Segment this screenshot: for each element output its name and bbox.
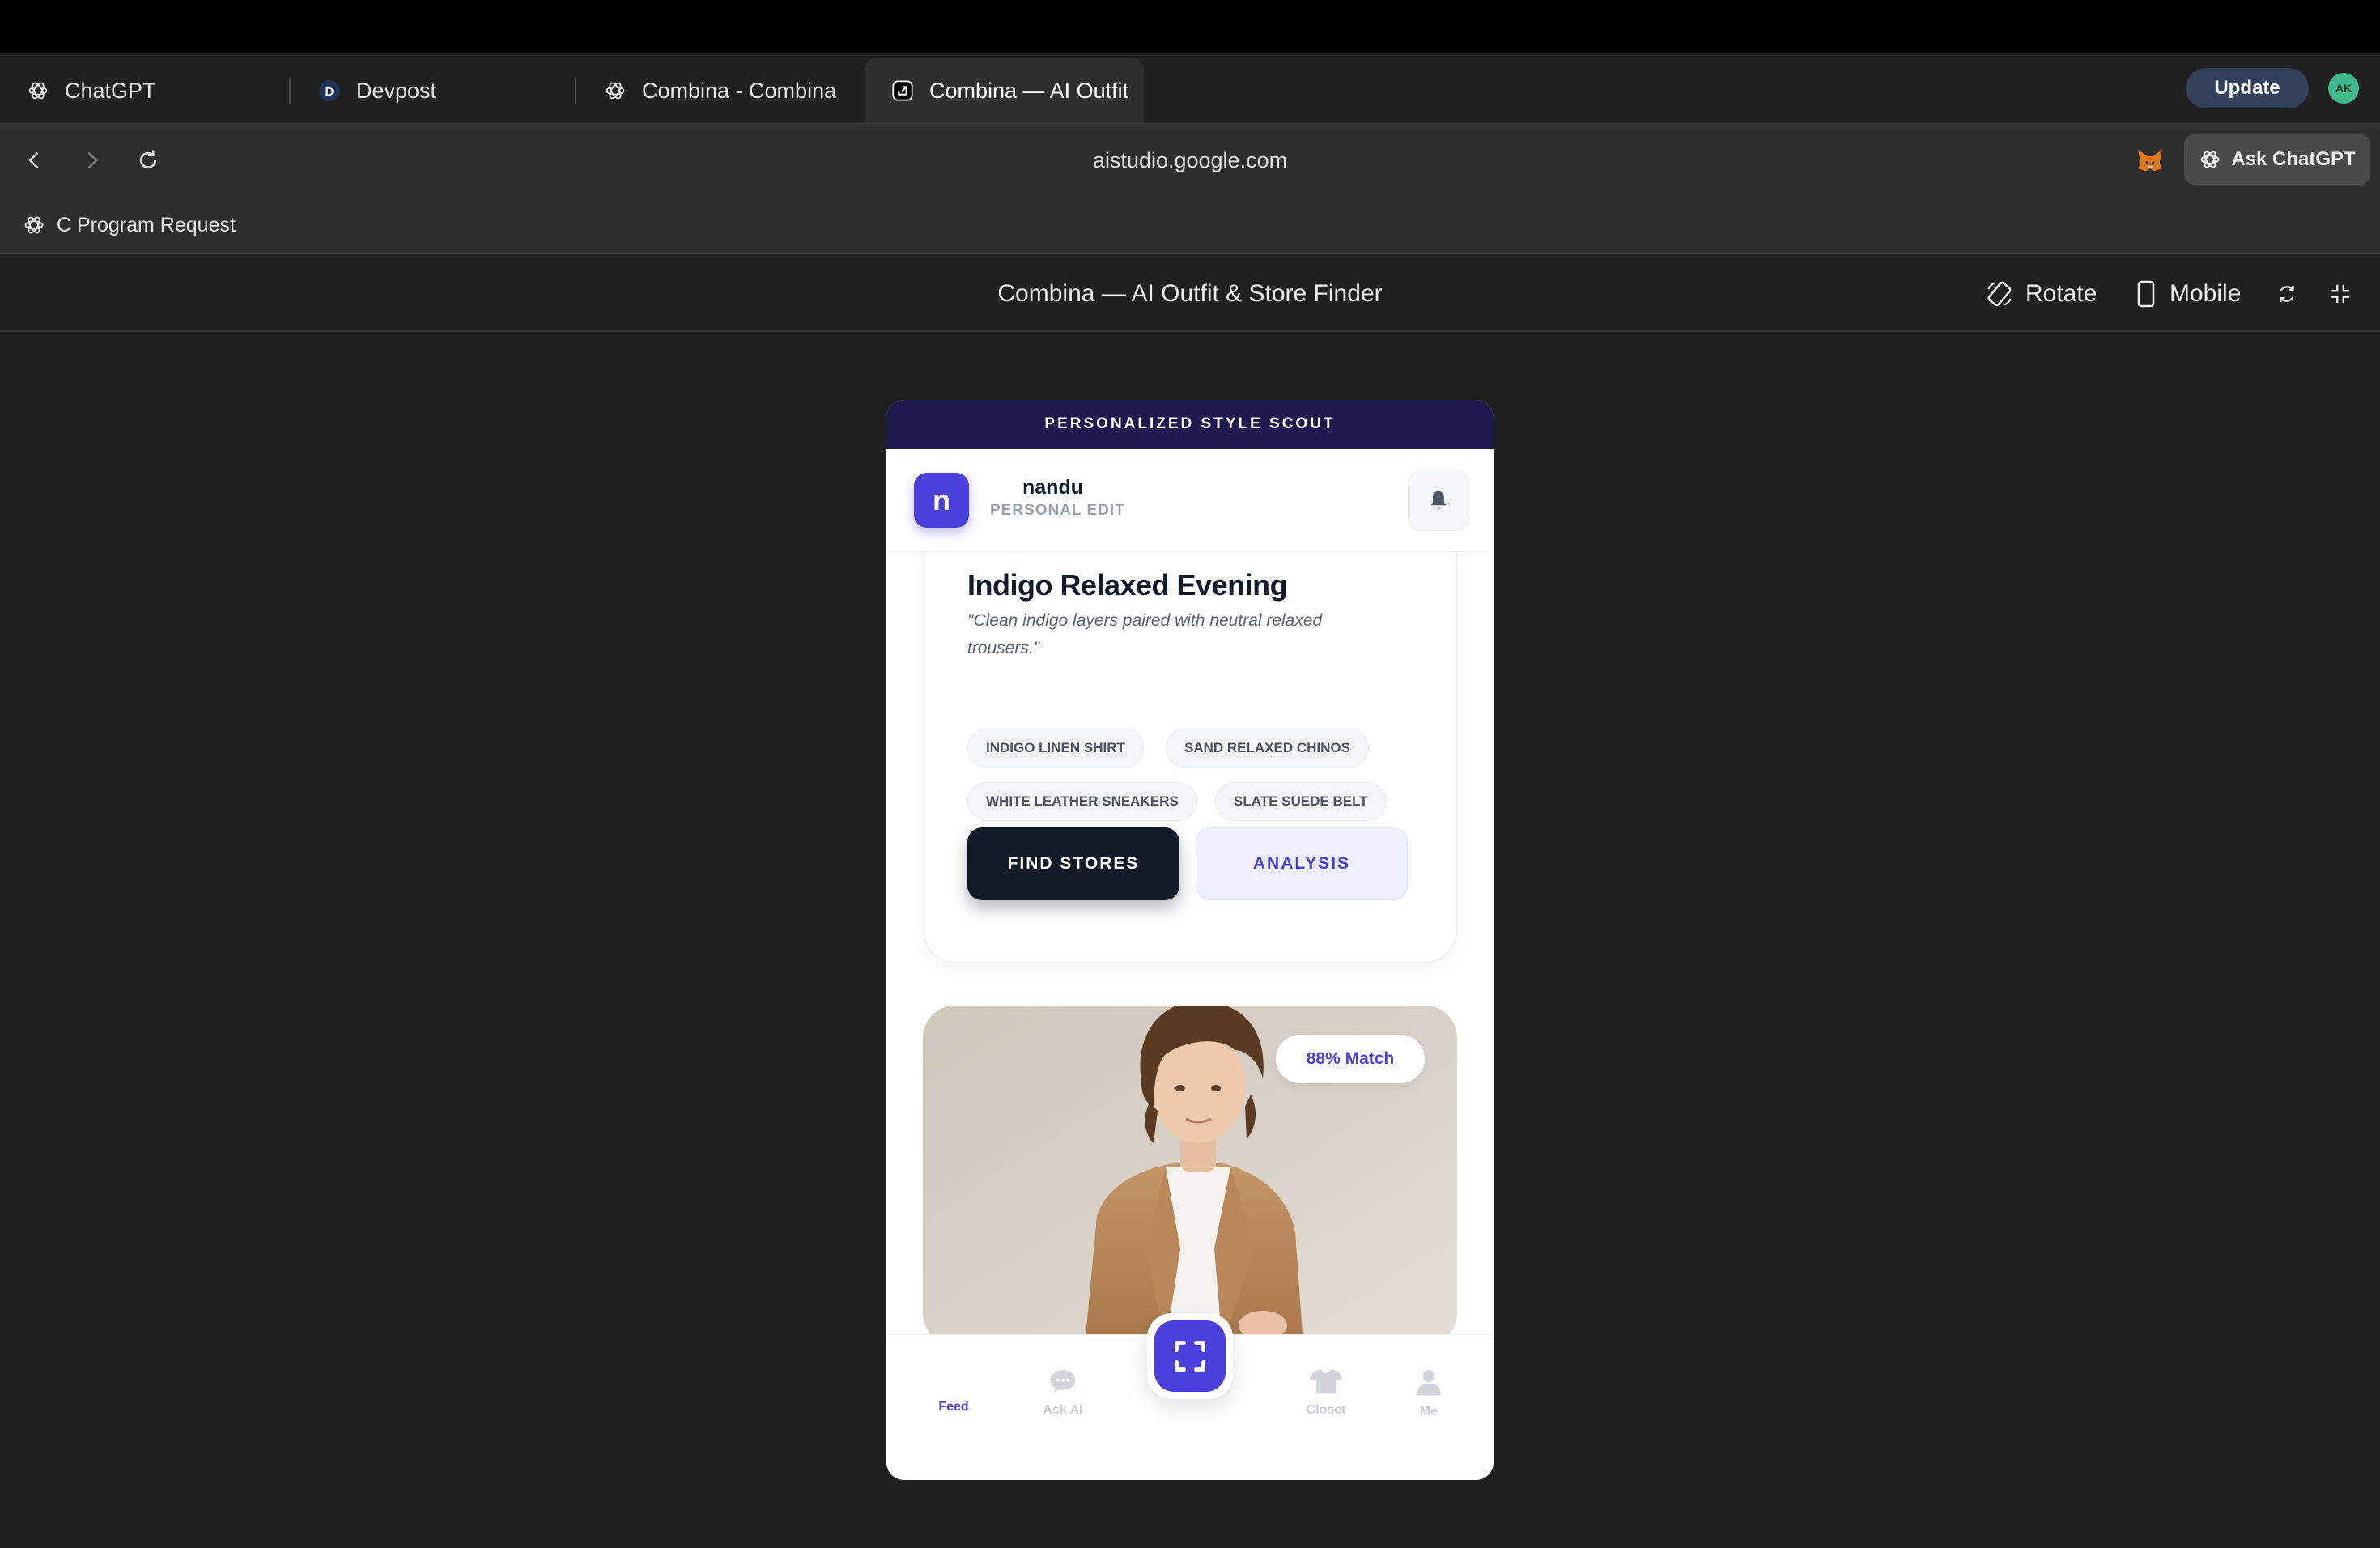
outfit-item-chip: SLATE SUEDE BELT [1215,782,1387,821]
nav-me-label: Me [1419,1405,1439,1418]
back-button[interactable] [16,142,53,179]
user-subtitle: PERSONAL EDIT [990,502,1125,519]
nav-feed[interactable]: Feed [913,1392,994,1414]
rotate-button[interactable]: Rotate [1985,256,2097,332]
forward-button[interactable] [73,142,110,179]
chat-bubble-icon [1050,1370,1076,1393]
tab-bar: ChatGPT D Devpost Combina - Combina Comb… [0,53,2380,151]
nav-ask-ai[interactable]: Ask AI [1022,1367,1103,1418]
mobile-app-preview: PERSONALIZED STYLE SCOUT n nandu PERSONA… [886,400,1494,1480]
collapse-icon [2331,284,2350,304]
user-avatar[interactable]: n [914,473,969,528]
ai-studio-icon [890,79,915,103]
tab-label: Devpost [356,78,437,103]
outfit-item-chip: SAND RELAXED CHINOS [1166,729,1369,768]
feed-scroll[interactable]: Indigo Relaxed Evening "Clean indigo lay… [886,552,1494,1334]
refresh-icon [2280,286,2294,302]
update-button[interactable]: Update [2186,68,2309,108]
outfit-description: "Clean indigo layers paired with neutral… [967,611,1323,657]
ask-chatgpt-label: Ask ChatGPT [2231,148,2356,170]
devpost-icon: D [317,79,342,103]
refresh-preview-button[interactable] [2275,256,2310,332]
mobile-device-button[interactable]: Mobile [2134,256,2241,332]
phone-icon [2137,280,2155,308]
tab-combina[interactable]: Combina - Combina [577,58,862,123]
tab-divider [289,78,291,104]
rotate-icon [1987,281,2012,307]
preview-title: Combina — AI Outfit & Store Finder [997,280,1383,307]
tab-label: Combina - Combina [642,78,837,103]
bookmark-c-program-request[interactable]: C Program Request [23,196,236,254]
analysis-button[interactable]: ANALYSIS [1196,827,1408,900]
metamask-extension-icon[interactable] [2134,144,2166,176]
nav-closet-label: Closet [1306,1403,1346,1417]
nav-closet[interactable]: Closet [1286,1367,1366,1418]
scan-frame-icon [1175,1341,1205,1372]
tab-combina-ai-outfit[interactable]: Combina — AI Outfit [865,58,1144,123]
tab-label: ChatGPT [65,78,156,103]
outfit-photo-card[interactable]: 88% Match [923,1006,1457,1334]
bookmarks-bar: C Program Request [0,196,2380,254]
outfit-card: Indigo Relaxed Evening "Clean indigo lay… [923,552,1457,963]
openai-icon [603,79,627,103]
scan-button-wrapper [1147,1313,1233,1399]
openai-icon [24,216,44,234]
bookmark-label: C Program Request [57,213,236,236]
tab-label: Combina — AI Outfit [929,78,1129,103]
profile-avatar[interactable]: AK [2328,73,2359,104]
outfit-title: Indigo Relaxed Evening [967,568,1288,602]
outfit-item-chip: WHITE LEATHER SNEAKERS [967,782,1197,821]
address-bar: aistudio.google.com [0,123,2380,196]
nav-feed-label: Feed [938,1400,969,1414]
os-menu-bar [0,0,2380,53]
scan-outfit-button[interactable] [1154,1320,1226,1392]
find-stores-button[interactable]: FIND STORES [967,827,1179,900]
tab-divider [575,78,576,104]
bell-icon [1430,491,1447,509]
exit-fullscreen-button[interactable] [2328,256,2364,332]
user-icon [1417,1370,1441,1396]
app-header: n nandu PERSONAL EDIT [886,449,1494,552]
reload-button[interactable] [130,142,167,179]
rotate-label: Rotate [2025,280,2097,307]
nav-ask-ai-label: Ask AI [1043,1403,1083,1417]
svg-text:D: D [325,85,334,99]
openai-icon [2200,151,2220,168]
nav-me[interactable]: Me [1388,1367,1469,1419]
outfit-item-chip: INDIGO LINEN SHIRT [967,729,1144,768]
openai-icon [26,79,50,103]
preview-toolbar: Combina — AI Outfit & Store Finder Rotat… [0,256,2380,332]
tshirt-icon [1309,1368,1343,1394]
tab-devpost[interactable]: D Devpost [291,58,576,123]
ask-chatgpt-button[interactable]: Ask ChatGPT [2184,134,2370,185]
url-field[interactable]: aistudio.google.com [890,124,1490,197]
tab-chatgpt[interactable]: ChatGPT [0,58,291,123]
mobile-label: Mobile [2170,280,2242,307]
notifications-button[interactable] [1408,470,1469,531]
user-name: nandu [1022,476,1083,499]
app-banner: PERSONALIZED STYLE SCOUT [886,400,1494,449]
match-score-badge: 88% Match [1276,1035,1425,1083]
